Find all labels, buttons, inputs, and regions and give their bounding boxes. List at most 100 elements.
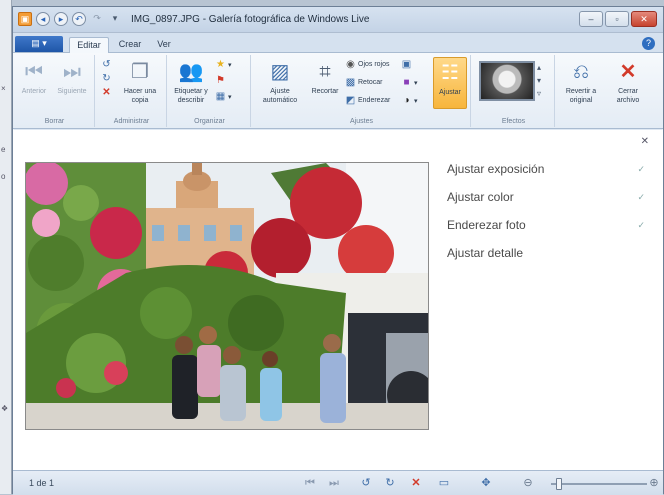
chevron-down-icon[interactable]: ✓	[637, 164, 645, 175]
group-organizar: 👥 Etiquetar y describir ★ ▾ ⚑ ▦ ▾ Organiza…	[169, 55, 251, 127]
revert-icon: ⎌	[573, 61, 589, 83]
window-controls: – ▫ ✕	[579, 11, 657, 27]
window-title: IMG_0897.JPG - Galería fotográfica de Wi…	[131, 14, 370, 25]
chevron-down-icon[interactable]: ✓	[637, 220, 645, 231]
ajustar-exposicion-item[interactable]: Ajustar exposición	[447, 162, 544, 176]
color-icon: ■	[403, 77, 410, 88]
close-pane-icon[interactable]: ✕	[641, 136, 649, 147]
photo-viewing-area: ✕ Ajustar exposición ✓ Ajustar color ✓ E…	[13, 130, 663, 470]
enderezar-button[interactable]: ◩ Enderezar	[345, 95, 391, 106]
photo-image	[26, 163, 428, 429]
toolbar-dropdown-icon[interactable]: ▾	[108, 12, 122, 26]
delete-icon: ✕	[102, 87, 111, 98]
forward-icon[interactable]: ▸	[54, 12, 68, 26]
group-efectos: ▴ ▾ ▿ Efectos	[473, 55, 555, 127]
zoom-slider-thumb[interactable]	[556, 478, 562, 490]
contrast-icon: ◑	[403, 95, 410, 106]
desktop-glyph: o	[1, 172, 6, 181]
rotate-right-icon[interactable]: ↻	[383, 476, 397, 490]
app-icon[interactable]: ▣	[18, 12, 32, 26]
rotate-right-icon: ↻	[102, 73, 111, 84]
straighten-icon: ◩	[345, 95, 356, 106]
etiquetar-button[interactable]: 👥 Etiquetar y describir	[171, 59, 211, 105]
rating-button[interactable]: ★ ▾	[215, 59, 232, 70]
group-label: Borrar	[44, 118, 65, 125]
minimize-button[interactable]: –	[579, 11, 603, 27]
rotate-left-button[interactable]: ↺	[101, 59, 112, 70]
exposure-button[interactable]: ▣	[401, 59, 412, 70]
enderezar-foto-item[interactable]: Enderezar foto	[447, 218, 526, 232]
retouch-icon: ▩	[345, 77, 356, 88]
close-window-button[interactable]: ✕	[631, 11, 657, 27]
auto-adjust-icon: ▨	[270, 61, 290, 83]
status-bar: 1 de 1 ⏮ ⏭ ↺ ↻ ✕ ▭ ✥ ⊖ ⊕	[13, 470, 663, 495]
properties-icon: ▦	[215, 91, 226, 102]
delete-icon[interactable]: ✕	[409, 476, 423, 490]
group-label: Administrar	[113, 118, 150, 125]
rotate-left-icon: ↺	[102, 59, 111, 70]
zoom-slider[interactable]	[551, 478, 647, 490]
hacer-copia-button[interactable]: ❐ Hacer una copia	[117, 59, 163, 105]
file-menu-icon: ▤ ▾	[31, 38, 47, 48]
maximize-button[interactable]: ▫	[605, 11, 629, 27]
ribbon: ⏮ Anterior ⏭ Siguiente Borrar ↺ ↻ ✕ ❐ Ha…	[13, 53, 663, 129]
effect-gallery-scroll[interactable]: ▴ ▾ ▿	[537, 61, 547, 100]
help-icon[interactable]: ?	[642, 37, 655, 50]
dropdown-arrow-icon: ▾	[228, 61, 232, 69]
dropdown-arrow-icon: ▾	[414, 79, 418, 87]
previous-icon: ⏮	[25, 61, 43, 83]
desktop-glyph: e	[1, 145, 6, 154]
recortar-button[interactable]: ⌗ Recortar	[307, 59, 343, 96]
undo-icon[interactable]: ↶	[72, 12, 86, 26]
flag-icon: ⚑	[216, 75, 225, 86]
tab-ver[interactable]: Ver	[151, 37, 177, 53]
exposure-icon: ▣	[401, 59, 412, 70]
desktop-background-strip: × e o ❖	[0, 0, 12, 494]
group-label: Ajustes	[350, 118, 373, 125]
dropdown-arrow-icon: ▾	[414, 97, 418, 105]
ojos-rojos-button[interactable]: ◉ Ojos rojos	[345, 59, 389, 70]
siguiente-button[interactable]: ⏭ Siguiente	[53, 59, 91, 96]
desktop-glyph: ×	[1, 84, 6, 93]
effect-black-white-thumbnail[interactable]	[479, 61, 535, 101]
ajustar-button[interactable]: ☷ Ajustar	[433, 57, 467, 109]
chevron-down-icon[interactable]: ✓	[637, 192, 645, 203]
dropdown-arrow-icon: ▾	[228, 93, 232, 101]
previous-icon[interactable]: ⏮	[303, 476, 317, 490]
tab-crear[interactable]: Crear	[113, 37, 147, 53]
retocar-button[interactable]: ▩ Retocar	[345, 77, 383, 88]
rotate-left-icon[interactable]: ↺	[359, 476, 373, 490]
copy-icon: ❐	[131, 61, 149, 83]
rotate-right-button[interactable]: ↻	[101, 73, 112, 84]
group-borrar: ⏮ Anterior ⏭ Siguiente Borrar	[15, 55, 95, 127]
tab-editar[interactable]: Editar	[69, 37, 109, 53]
quick-access-toolbar: ▣ ◂ ▸ ↶ ↷ ▾	[18, 12, 122, 26]
back-icon[interactable]: ◂	[36, 12, 50, 26]
ribbon-tabs: ▤ ▾ Editar Crear Ver ?	[13, 33, 663, 53]
ajustar-detalle-item[interactable]: Ajustar detalle	[447, 246, 523, 260]
revertir-button[interactable]: ⎌ Revertir a original	[559, 59, 603, 105]
ajuste-automatico-button[interactable]: ▨ Ajuste automático	[257, 59, 303, 105]
contrast-button[interactable]: ◑ ▾	[401, 95, 418, 106]
color-button[interactable]: ■ ▾	[401, 77, 418, 88]
photo-gallery-window: ▣ ◂ ▸ ↶ ↷ ▾ IMG_0897.JPG - Galería fotog…	[12, 6, 664, 495]
red-eye-icon: ◉	[346, 59, 355, 70]
next-icon[interactable]: ⏭	[327, 476, 341, 490]
delete-button[interactable]: ✕	[101, 87, 112, 98]
photo[interactable]	[25, 162, 429, 430]
group-label: Organizar	[194, 118, 225, 125]
zoom-in-icon[interactable]: ⊕	[647, 476, 661, 490]
flag-button[interactable]: ⚑	[215, 75, 226, 86]
zoom-out-icon[interactable]: ⊖	[521, 476, 535, 490]
anterior-button[interactable]: ⏮ Anterior	[17, 59, 51, 96]
slideshow-icon[interactable]: ▭	[437, 476, 451, 490]
desktop-glyph: ❖	[1, 404, 9, 413]
redo-icon[interactable]: ↷	[90, 12, 104, 26]
actual-size-icon[interactable]: ✥	[479, 476, 493, 490]
properties-button[interactable]: ▦ ▾	[215, 91, 232, 102]
cerrar-archivo-button[interactable]: ✕ Cerrar archivo	[609, 59, 647, 105]
group-ajustes: ▨ Ajuste automático ⌗ Recortar ◉ Ojos roj…	[253, 55, 471, 127]
file-menu-button[interactable]: ▤ ▾	[15, 36, 63, 52]
fine-tune-icon: ☷	[441, 62, 459, 84]
ajustar-color-item[interactable]: Ajustar color	[447, 190, 514, 204]
